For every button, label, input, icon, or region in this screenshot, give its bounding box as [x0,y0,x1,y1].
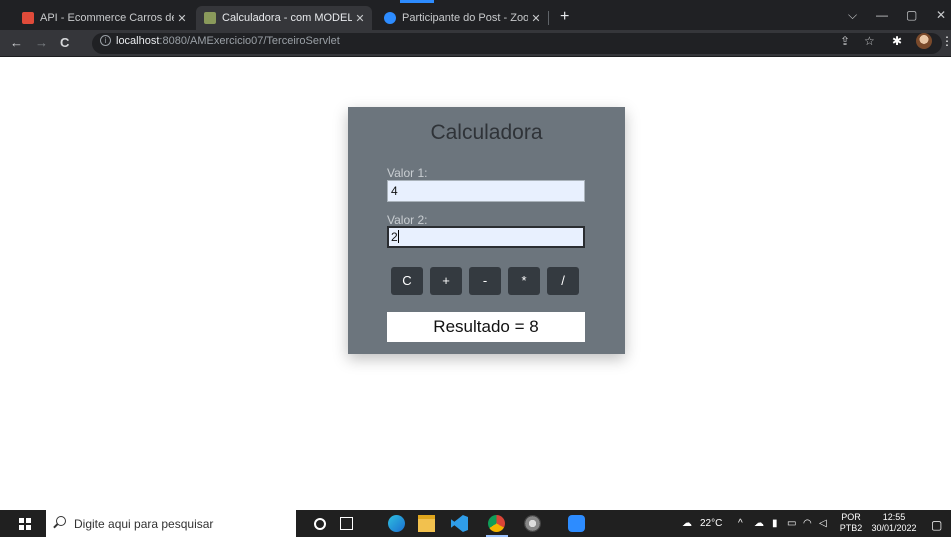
menu-kebab-icon[interactable]: ⋮ [941,34,951,48]
clock-time: 12:55 [882,512,906,522]
tray-chevron-icon[interactable]: ^ [738,518,743,529]
chrome-icon[interactable] [488,515,505,532]
subtract-button[interactable]: - [469,267,501,295]
file-explorer-icon[interactable] [418,515,435,532]
divide-button[interactable]: / [547,267,579,295]
share-icon[interactable]: ⇪ [840,34,850,48]
add-button[interactable]: + [430,267,462,295]
tab-close-icon[interactable]: ✕ [528,12,544,25]
battery-icon[interactable]: ▭ [787,518,796,529]
url-host: localhost [116,35,160,47]
taskbar-search[interactable]: Digite aqui para pesquisar [46,510,296,537]
forward-button[interactable]: → [35,35,48,50]
valor2-input[interactable]: 2 [387,226,585,248]
tab-separator [548,11,549,25]
input-language[interactable]: POR PTB2 [838,512,864,534]
close-window-button[interactable]: ✕ [936,8,946,22]
minimize-button[interactable]: — [876,8,888,22]
task-view-icon[interactable] [340,517,353,530]
profile-avatar[interactable] [916,33,932,49]
search-icon [56,516,66,526]
tab-title: Calculadora - com MODEL [222,12,352,24]
clear-button[interactable]: C [391,267,423,295]
tab-favicon-icon [22,12,34,24]
bookmark-star-icon[interactable]: ☆ [864,34,875,48]
url-path: :8080/AMExercicio07/TerceiroServlet [159,35,340,47]
valor1-label: Valor 1: [387,166,428,180]
usb-icon[interactable]: ▮ [772,518,778,529]
tab-title: Participante do Post - Zoom [402,12,528,24]
keyboard-layout: PTB2 [839,523,863,533]
weather-temperature[interactable]: 22°C [700,518,722,529]
calculator-title: Calculadora [430,121,543,144]
tab-favicon-icon [204,12,216,24]
calculator-panel: Calculadora Valor 1: 4 Valor 2: 2 C + - … [348,107,625,354]
vscode-icon[interactable] [451,515,468,532]
new-tab-button[interactable]: + [560,8,569,26]
language-code: POR [841,512,861,522]
windows-start-icon[interactable] [19,518,31,530]
multiply-button[interactable]: * [508,267,540,295]
taskbar-clock[interactable]: 12:55 30/01/2022 [866,512,922,534]
settings-gear-icon[interactable] [524,515,541,532]
tab-strip: API - Ecommerce Carros de Luxo ✕ Calcula… [0,0,951,30]
valor1-input[interactable]: 4 [387,180,585,202]
valor2-label: Valor 2: [387,213,428,227]
notification-icon[interactable]: ▢ [931,518,942,532]
tab-title: API - Ecommerce Carros de Luxo [40,12,174,24]
site-info-icon[interactable]: i [100,35,111,46]
volume-icon[interactable]: ◁ [819,518,827,529]
tab-api-ecommerce[interactable]: API - Ecommerce Carros de Luxo ✕ [14,6,194,30]
weather-icon[interactable]: ☁ [682,518,692,529]
zoom-favicon-icon [384,12,396,24]
zoom-sharing-indicator [400,0,434,3]
tab-close-icon[interactable]: ✕ [352,12,368,25]
taskbar: Digite aqui para pesquisar ☁ 22°C ^ ☁ ▮ … [0,510,951,537]
text-caret [397,230,399,243]
tab-close-icon[interactable]: ✕ [174,12,190,25]
url-text[interactable]: localhost:8080/AMExercicio07/TerceiroSer… [116,35,340,47]
tab-search-icon[interactable]: ⌵ [848,8,857,23]
result-display: Resultado = 8 [387,312,585,342]
back-button[interactable]: ← [10,35,23,50]
edge-icon[interactable] [388,515,405,532]
valor2-value: 2 [391,230,398,244]
cortana-icon[interactable] [314,518,326,530]
search-placeholder: Digite aqui para pesquisar [74,517,214,531]
reload-button[interactable]: C [60,35,69,50]
onedrive-icon[interactable]: ☁ [754,518,764,529]
wifi-icon[interactable]: ◠ [803,518,812,529]
clock-date: 30/01/2022 [871,523,917,533]
tab-zoom[interactable]: Participante do Post - Zoom ✕ [376,6,548,30]
extensions-icon[interactable]: ✱ [892,34,902,48]
zoom-app-icon[interactable] [568,515,585,532]
restore-button[interactable]: ▢ [906,8,917,22]
tab-calculadora[interactable]: Calculadora - com MODEL ✕ [196,6,372,30]
